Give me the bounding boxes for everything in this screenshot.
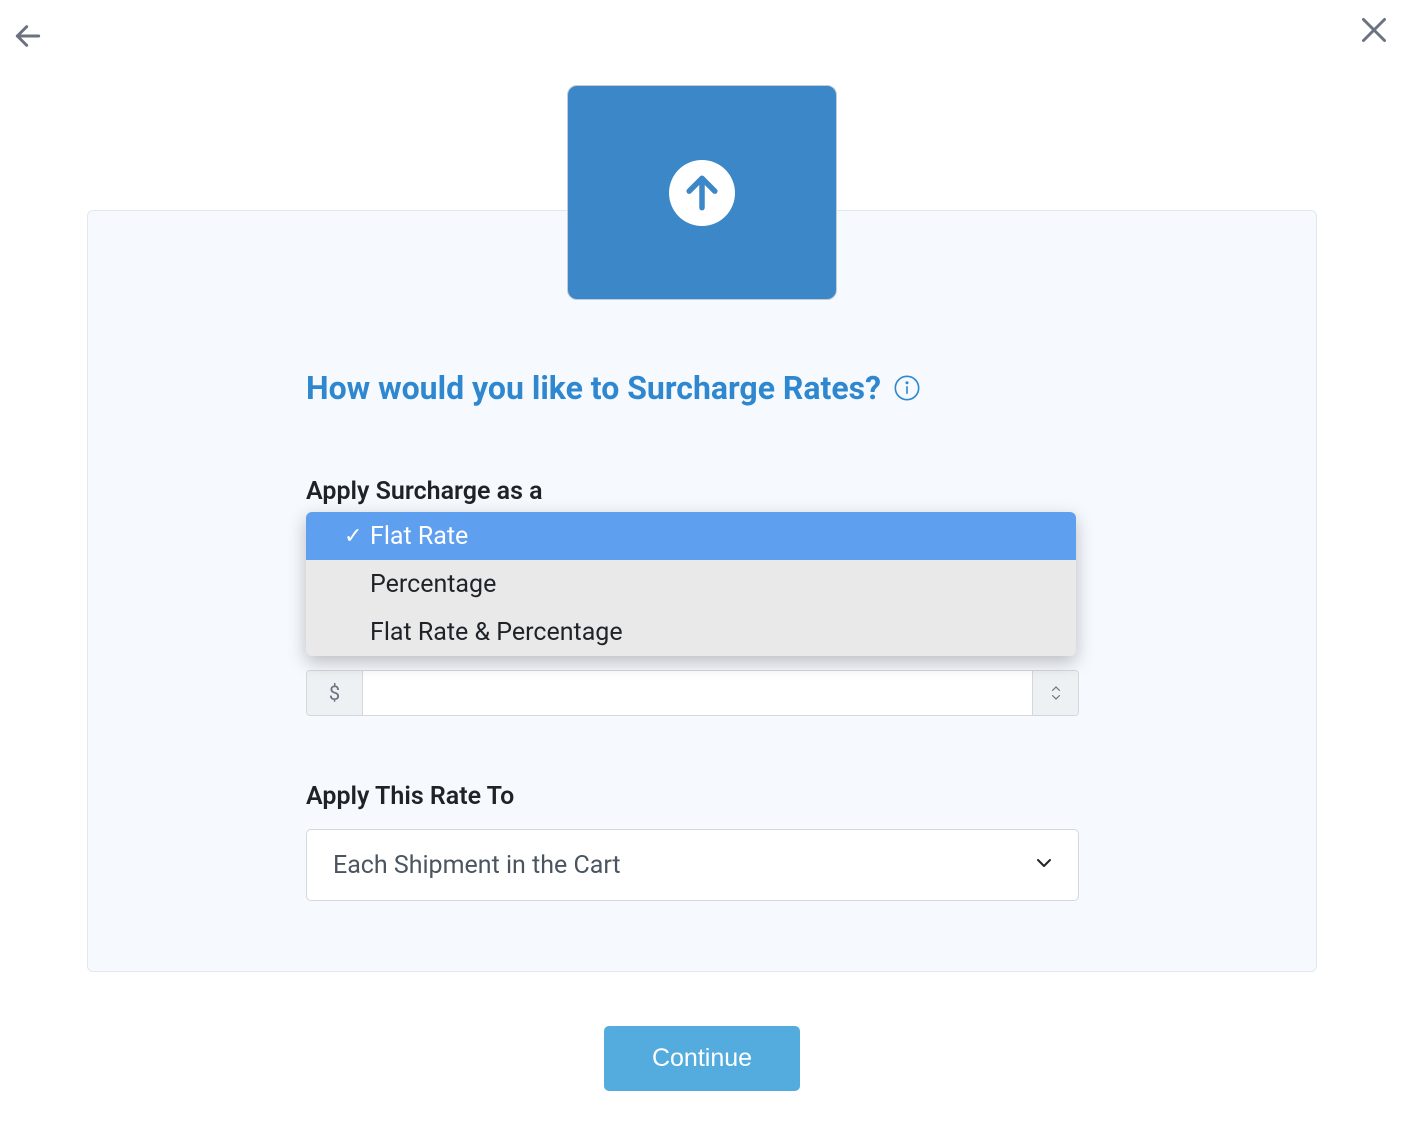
apply-to-select[interactable]: Each Shipment in the Cart — [306, 829, 1079, 901]
amount-input-row: $ — [306, 670, 1079, 716]
dropdown-option-label: Percentage — [370, 570, 496, 599]
chevron-updown-icon — [1047, 684, 1065, 702]
dropdown-option-flat-rate-percentage[interactable]: Flat Rate & Percentage — [306, 608, 1076, 656]
dropdown-option-label: Flat Rate & Percentage — [370, 618, 623, 647]
main-card: How would you like to Surcharge Rates? A… — [87, 210, 1317, 972]
currency-symbol: $ — [307, 671, 363, 715]
surcharge-type-label: Apply Surcharge as a — [306, 477, 1078, 506]
info-icon — [893, 374, 921, 402]
dropdown-option-percentage[interactable]: Percentage — [306, 560, 1076, 608]
amount-stepper[interactable] — [1032, 671, 1078, 715]
amount-input[interactable] — [363, 671, 1032, 715]
continue-button[interactable]: Continue — [604, 1026, 800, 1091]
info-button[interactable] — [893, 374, 921, 402]
close-icon — [1356, 12, 1392, 48]
check-icon: ✓ — [344, 524, 370, 549]
surcharge-type-dropdown[interactable]: ✓ Flat Rate Percentage Flat Rate & Perce… — [306, 512, 1078, 656]
dropdown-option-flat-rate[interactable]: ✓ Flat Rate — [306, 512, 1076, 560]
back-button[interactable] — [12, 20, 44, 52]
dropdown-option-label: Flat Rate — [370, 522, 468, 551]
close-button[interactable] — [1356, 12, 1392, 48]
arrow-up-icon — [680, 171, 724, 215]
surcharge-type-dropdown-menu: ✓ Flat Rate Percentage Flat Rate & Perce… — [306, 512, 1076, 656]
apply-to-value: Each Shipment in the Cart — [333, 851, 621, 880]
page-heading: How would you like to Surcharge Rates? — [306, 369, 881, 407]
arrow-left-icon — [12, 20, 44, 52]
apply-to-label: Apply This Rate To — [306, 782, 1078, 811]
hero-icon-circle — [669, 160, 735, 226]
chevron-down-icon — [1032, 851, 1056, 879]
hero-badge — [567, 85, 837, 300]
